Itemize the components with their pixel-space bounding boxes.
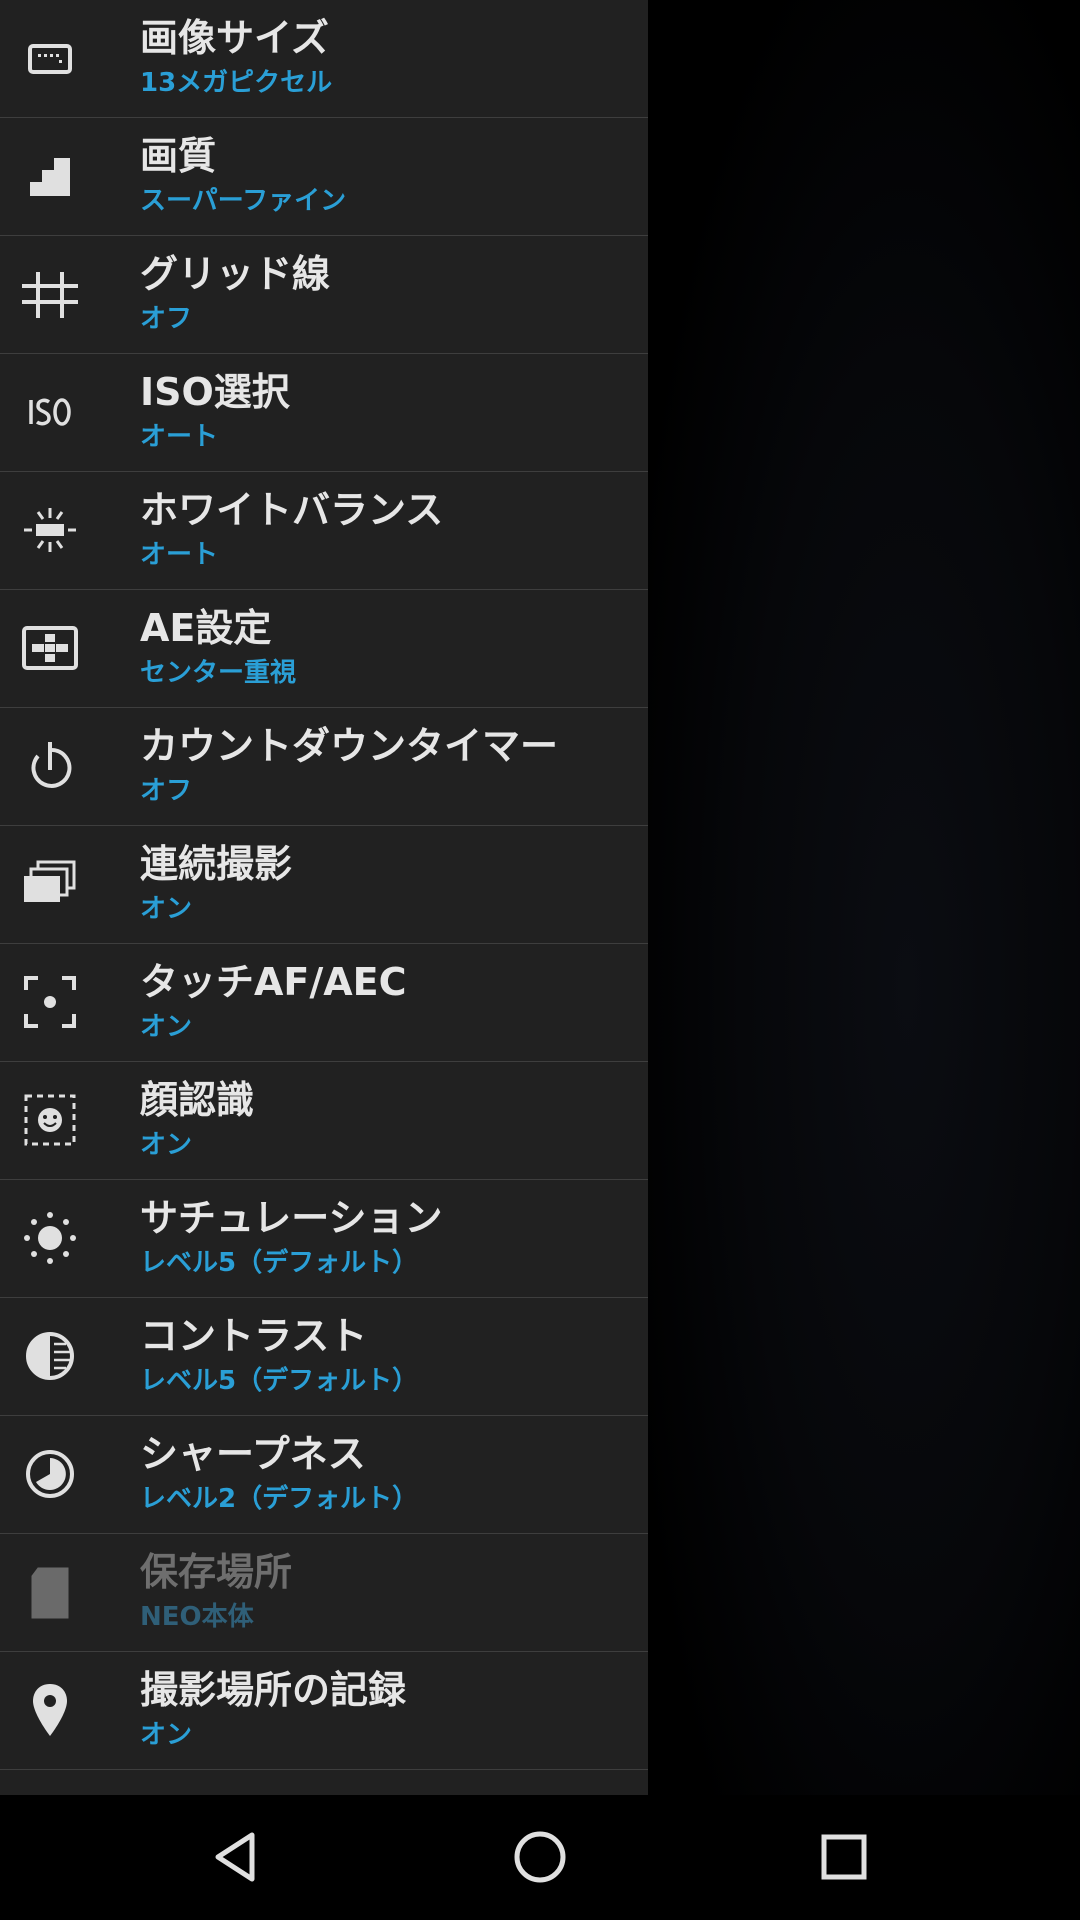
setting-value: スーパーファイン [140, 186, 347, 216]
setting-location-record[interactable]: 撮影場所の記録 オン [0, 1652, 648, 1770]
burst-icon [18, 852, 82, 916]
setting-value: オン [140, 1130, 193, 1160]
setting-title: 連続撮影 [140, 842, 293, 886]
image-size-icon [18, 26, 82, 90]
grid-icon [18, 262, 82, 326]
settings-panel: 画像サイズ 13メガピクセル 画質 スーパーファイン グリッド線 オフ ISO選… [0, 0, 648, 1795]
setting-value: NEO本体 [140, 1602, 254, 1632]
setting-title: 顔認識 [140, 1078, 255, 1122]
setting-value: レベル5（デフォルト） [140, 1366, 419, 1396]
setting-title: カウントダウンタイマー [140, 724, 559, 768]
contrast-icon [18, 1324, 82, 1388]
setting-title: 画質 [140, 134, 217, 178]
touch-focus-icon [18, 970, 82, 1034]
navigation-bar [0, 1795, 1080, 1920]
setting-contrast[interactable]: コントラスト レベル5（デフォルト） [0, 1298, 648, 1416]
camera-preview [648, 0, 1080, 1795]
setting-value: オン [140, 1012, 193, 1042]
setting-storage-location[interactable]: 保存場所 NEO本体 [0, 1534, 648, 1652]
face-detection-icon [18, 1088, 82, 1152]
setting-title: グリッド線 [140, 252, 331, 296]
setting-value: レベル5（デフォルト） [140, 1248, 419, 1278]
sd-card-icon [18, 1560, 82, 1624]
setting-iso[interactable]: ISO選択 オート [0, 354, 648, 472]
setting-title: シャープネス [140, 1432, 366, 1476]
setting-ae[interactable]: AE設定 センター重視 [0, 590, 648, 708]
metering-icon [18, 616, 82, 680]
location-pin-icon [18, 1678, 82, 1742]
setting-title: 撮影場所の記録 [140, 1668, 407, 1712]
setting-quality[interactable]: 画質 スーパーファイン [0, 118, 648, 236]
setting-value: オート [140, 540, 219, 570]
setting-title: 画像サイズ [140, 16, 329, 60]
iso-icon [18, 380, 82, 444]
setting-burst[interactable]: 連続撮影 オン [0, 826, 648, 944]
setting-value: レベル2（デフォルト） [140, 1484, 419, 1514]
setting-title: ホワイトバランス [140, 488, 444, 532]
home-icon[interactable] [508, 1825, 572, 1889]
saturation-icon [18, 1206, 82, 1270]
setting-touch-af-aec[interactable]: タッチAF/AEC オン [0, 944, 648, 1062]
setting-saturation[interactable]: サチュレーション レベル5（デフォルト） [0, 1180, 648, 1298]
setting-title: コントラスト [140, 1314, 368, 1358]
timer-icon [18, 734, 82, 798]
white-balance-icon [18, 498, 82, 562]
setting-value: センター重視 [140, 658, 297, 688]
setting-title: 保存場所 [140, 1550, 293, 1594]
setting-value: オフ [140, 304, 193, 334]
setting-title: ISO選択 [140, 370, 290, 414]
setting-sharpness[interactable]: シャープネス レベル2（デフォルト） [0, 1416, 648, 1534]
recents-icon[interactable] [812, 1825, 876, 1889]
setting-value: オン [140, 894, 193, 924]
setting-value: オフ [140, 776, 193, 806]
setting-title: AE設定 [140, 606, 272, 650]
setting-value: オン [140, 1720, 193, 1750]
setting-image-size[interactable]: 画像サイズ 13メガピクセル [0, 0, 648, 118]
setting-grid-lines[interactable]: グリッド線 オフ [0, 236, 648, 354]
setting-face-detection[interactable]: 顔認識 オン [0, 1062, 648, 1180]
back-icon[interactable] [204, 1825, 268, 1889]
setting-value: 13メガピクセル [140, 68, 333, 98]
quality-steps-icon [18, 144, 82, 208]
setting-title: サチュレーション [140, 1196, 443, 1240]
setting-title: タッチAF/AEC [140, 960, 407, 1004]
setting-value: オート [140, 422, 219, 452]
setting-countdown-timer[interactable]: カウントダウンタイマー オフ [0, 708, 648, 826]
sharpness-icon [18, 1442, 82, 1506]
setting-white-balance[interactable]: ホワイトバランス オート [0, 472, 648, 590]
